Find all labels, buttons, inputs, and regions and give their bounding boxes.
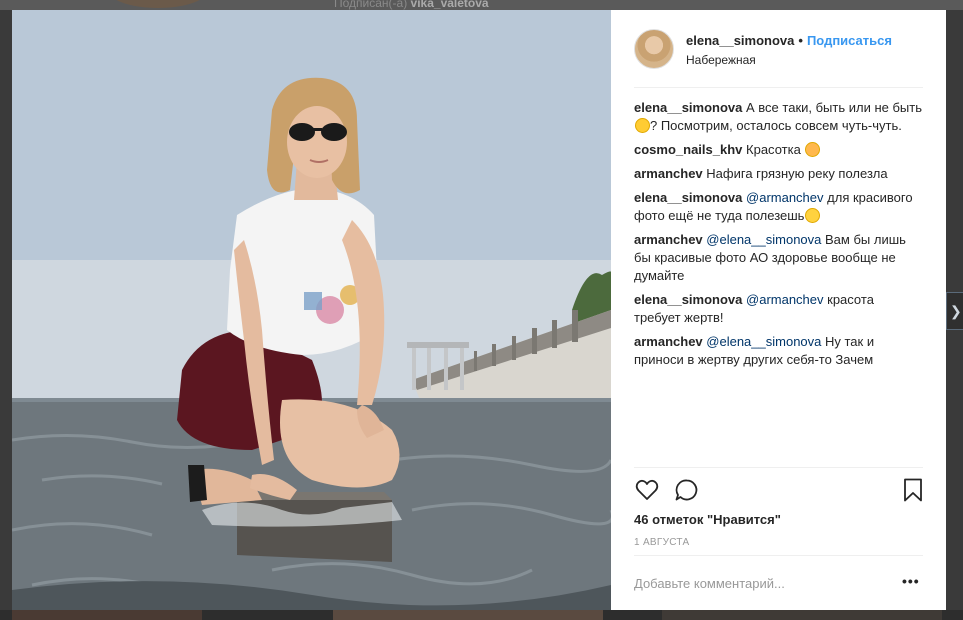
comment-item: armanchev @elena__simonova Ну так и прин… (634, 333, 924, 369)
chevron-right-icon: ❯ (950, 303, 962, 319)
comment-username[interactable]: armanchev (634, 232, 703, 247)
thinking-face-icon (635, 118, 650, 133)
comment-text: Нафига грязную реку полезла (706, 166, 888, 181)
comment-username[interactable]: elena__simonova (634, 292, 742, 307)
comment-username[interactable]: armanchev (634, 334, 703, 349)
comments-list: elena__simonova А все таки, быть или не … (634, 99, 924, 375)
add-comment-input[interactable]: Добавьте комментарий... (634, 576, 785, 591)
header-divider (634, 87, 923, 88)
post-photo[interactable] (12, 10, 611, 610)
background-tile (662, 610, 942, 620)
comment-username[interactable]: elena__simonova (634, 190, 742, 205)
comment-item: elena__simonova @armanchev красота требу… (634, 291, 924, 327)
comment-text: ? Посмотрим, осталось совсем чуть-чуть. (650, 118, 902, 133)
photo-illustration (12, 10, 611, 610)
comment-text: Красотка (746, 142, 805, 157)
comment-item: armanchev Нафига грязную реку полезла (634, 165, 924, 183)
background-tile (333, 610, 603, 620)
comment-item: cosmo_nails_khv Красотка (634, 141, 924, 159)
follow-button[interactable]: Подписаться (807, 33, 892, 48)
post-date: 1 августа (634, 537, 690, 548)
post-header: elena__simonova • Подписаться Набережная (634, 29, 923, 77)
comment-username[interactable]: elena__simonova (634, 100, 742, 115)
followed-by-user[interactable]: vika_valetova (411, 0, 489, 10)
likes-count[interactable]: 46 отметок "Нравится" (634, 512, 781, 527)
avatar[interactable] (634, 29, 674, 69)
comment-mention-link[interactable]: @elena__simonova (706, 334, 821, 349)
comment-mention-link[interactable]: @armanchev (746, 190, 824, 205)
actions-divider (634, 467, 923, 468)
speech-bubble-icon[interactable] (674, 477, 700, 503)
comment-item: elena__simonova @armanchev для красивого… (634, 189, 924, 225)
author-username[interactable]: elena__simonova (686, 33, 794, 48)
tears-of-joy-face-icon (805, 208, 821, 223)
separator-dot: • (798, 33, 803, 48)
more-options-icon[interactable]: ••• (902, 573, 920, 589)
next-post-arrow[interactable]: ❯ (946, 292, 963, 330)
background-tile (12, 610, 202, 620)
heart-icon[interactable] (634, 477, 660, 503)
post-modal: elena__simonova • Подписаться Набережная e… (12, 10, 946, 610)
comment-mention-link[interactable]: @elena__simonova (706, 232, 821, 247)
comment-item: armanchev @elena__simonova Вам бы лишь б… (634, 231, 924, 285)
author-line: elena__simonova • Подписаться (686, 33, 892, 48)
post-actions (634, 477, 924, 503)
comment-username[interactable]: armanchev (634, 166, 703, 181)
bookmark-icon[interactable] (900, 477, 926, 503)
kissing-face-icon (805, 142, 821, 157)
comment-text: А все таки, быть или не быть (746, 100, 922, 115)
comment-item: elena__simonova А все таки, быть или не … (634, 99, 924, 135)
comment-mention-link[interactable]: @armanchev (746, 292, 824, 307)
followed-by-prefix: Подписан(-а) (334, 0, 411, 10)
background-page-bottom (0, 610, 963, 620)
comment-username[interactable]: cosmo_nails_khv (634, 142, 742, 157)
post-sidebar: elena__simonova • Подписаться Набережная e… (611, 10, 946, 610)
post-location[interactable]: Набережная (686, 53, 756, 67)
background-followed-by-text: Подписан(-а) vika_valetova (334, 0, 489, 10)
comment-input-divider (634, 555, 923, 556)
